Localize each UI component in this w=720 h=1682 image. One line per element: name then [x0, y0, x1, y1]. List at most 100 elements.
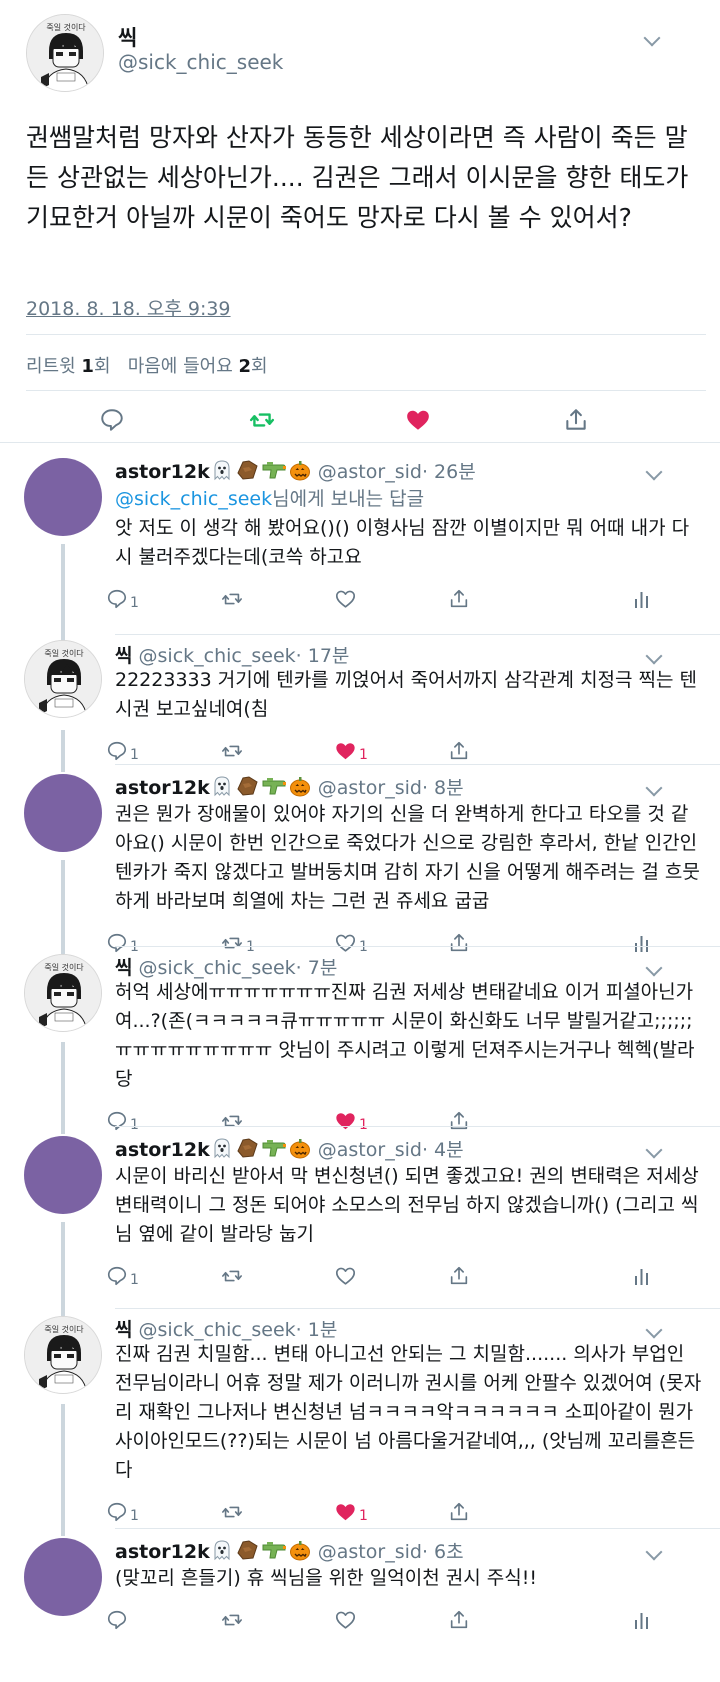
like-count: 1	[359, 1117, 368, 1133]
author-handle[interactable]: @sick_chic_seek	[139, 1319, 296, 1341]
retweet-icon	[249, 413, 275, 427]
ghost-icon	[211, 1137, 233, 1164]
pumpkin-icon	[289, 1137, 311, 1164]
author-handle[interactable]: @astor_sid	[318, 1541, 422, 1563]
chevron-down-icon[interactable]	[645, 647, 663, 665]
share-button[interactable]	[448, 1108, 470, 1138]
analytics-button[interactable]	[632, 586, 652, 616]
tweet-action-bar	[0, 1607, 720, 1637]
divider	[115, 946, 720, 947]
author-name[interactable]: astor12k	[115, 1139, 210, 1161]
chevron-down-icon[interactable]	[643, 29, 661, 47]
retweet-button[interactable]	[220, 1499, 246, 1529]
reply-button[interactable]: 1	[106, 1108, 139, 1138]
analytics-button[interactable]	[632, 1263, 652, 1293]
share-button[interactable]	[448, 586, 470, 616]
tweet-time[interactable]: · 7분	[296, 957, 338, 979]
avatar[interactable]: 죽일 것이다	[24, 640, 102, 718]
main-action-bar	[0, 400, 720, 440]
like-count: 1	[359, 1508, 368, 1524]
author-name[interactable]: astor12k	[115, 777, 210, 799]
like-button[interactable]: 1	[334, 1499, 368, 1529]
author-handle[interactable]: @astor_sid	[318, 1139, 422, 1161]
analytics-button[interactable]	[632, 930, 652, 960]
like-button[interactable]: 1	[334, 1108, 368, 1138]
tweet-text: 시문이 바리신 받아서 막 변신청년() 되면 좋겠고요! 권의 변태력은 저세…	[115, 1165, 699, 1245]
tweet-time[interactable]: · 1분	[296, 1319, 338, 1341]
author-handle[interactable]: @sick_chic_seek	[139, 957, 296, 979]
chevron-down-icon[interactable]	[645, 463, 663, 481]
chevron-down-icon[interactable]	[645, 1321, 663, 1339]
author-name[interactable]: 씩	[115, 645, 132, 667]
retweet-icon	[220, 1501, 244, 1527]
chevron-down-icon[interactable]	[645, 1141, 663, 1159]
tweet-timestamp[interactable]: 2018. 8. 18. 오후 9:39	[26, 294, 231, 321]
tweet-stats: 리트윗 1회 마음에 들어요 2회	[26, 352, 268, 378]
chevron-down-icon[interactable]	[645, 779, 663, 797]
reply-count: 1	[130, 1508, 139, 1524]
like-button[interactable]	[334, 1263, 359, 1293]
heart-filled-icon	[334, 1110, 357, 1136]
share-button[interactable]	[448, 1607, 470, 1637]
author-name[interactable]: astor12k	[115, 1541, 210, 1563]
tweet-time[interactable]: · 4분	[422, 1139, 464, 1161]
reply-button[interactable]: 1	[106, 1499, 139, 1529]
author-handle[interactable]: @astor_sid	[318, 461, 422, 483]
water-gun-icon	[261, 775, 287, 802]
water-gun-icon	[261, 1137, 287, 1164]
reply-count: 1	[130, 1117, 139, 1133]
author-name[interactable]: 씩	[118, 22, 137, 52]
reply-button[interactable]: 1	[106, 586, 139, 616]
reply-to-link[interactable]: @sick_chic_seek	[115, 488, 272, 510]
chevron-down-icon[interactable]	[645, 959, 663, 977]
share-button[interactable]	[448, 1499, 470, 1529]
retweet-stat[interactable]: 리트윗 1회	[26, 356, 111, 377]
retweet-button[interactable]	[220, 1108, 246, 1138]
author-name[interactable]: 씩	[115, 957, 132, 979]
author-handle[interactable]: @sick_chic_seek	[139, 645, 296, 667]
share-button[interactable]	[556, 400, 596, 440]
tweet-time[interactable]: · 26분	[422, 461, 476, 483]
chevron-down-icon[interactable]	[645, 1543, 663, 1561]
tweet-action-bar: 1	[0, 1263, 720, 1293]
tweet-time[interactable]: · 8분	[422, 777, 464, 799]
retweet-button[interactable]	[220, 1263, 246, 1293]
author-handle[interactable]: @astor_sid	[318, 777, 422, 799]
like-button[interactable]	[398, 400, 438, 440]
reply-button[interactable]	[106, 1607, 130, 1637]
coffin-icon	[235, 1137, 259, 1164]
ghost-icon	[211, 459, 233, 486]
share-button[interactable]	[448, 930, 470, 960]
heart-icon	[334, 1609, 357, 1635]
like-button[interactable]: 1	[334, 930, 368, 960]
avatar[interactable]: 죽일 것이다	[26, 14, 104, 92]
like-stat[interactable]: 마음에 들어요 2회	[128, 356, 268, 377]
heart-filled-icon	[407, 410, 429, 430]
analytics-icon	[632, 588, 652, 614]
author-handle[interactable]: @sick_chic_seek	[118, 50, 283, 74]
avatar[interactable]	[24, 458, 102, 536]
analytics-button[interactable]	[632, 1607, 652, 1637]
author-name[interactable]: astor12k	[115, 461, 210, 483]
retweet-button[interactable]	[220, 586, 246, 616]
share-button[interactable]	[448, 1263, 470, 1293]
like-button[interactable]	[334, 1607, 359, 1637]
reply-button[interactable]: 1	[106, 1263, 139, 1293]
share-icon	[448, 1110, 470, 1136]
avatar[interactable]: 죽일 것이다	[24, 954, 102, 1032]
avatar[interactable]	[24, 1136, 102, 1214]
heart-icon	[334, 588, 357, 614]
avatar[interactable]	[24, 1538, 102, 1616]
retweet-button[interactable]	[220, 1607, 246, 1637]
avatar-illustration: 죽일 것이다	[27, 15, 103, 91]
divider	[26, 334, 706, 335]
retweet-button[interactable]	[242, 400, 282, 440]
divider	[115, 764, 720, 765]
like-button[interactable]	[334, 586, 359, 616]
avatar[interactable]: 죽일 것이다	[24, 1316, 102, 1394]
author-name[interactable]: 씩	[115, 1319, 132, 1341]
reply-button[interactable]	[92, 400, 132, 440]
avatar[interactable]	[24, 774, 102, 852]
tweet-time[interactable]: · 6초	[422, 1541, 464, 1563]
tweet-time[interactable]: · 17분	[296, 645, 350, 667]
